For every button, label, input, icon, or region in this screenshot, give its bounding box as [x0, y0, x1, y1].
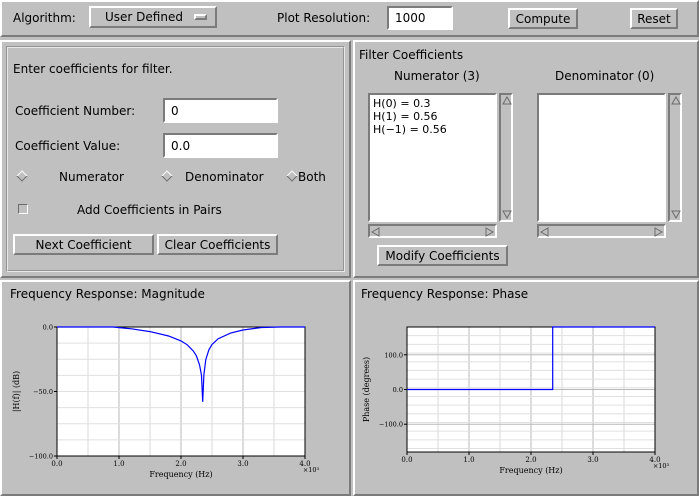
scroll-right-icon[interactable] — [485, 227, 494, 237]
x-axis-label: Frequency (Hz) — [149, 470, 212, 479]
magnitude-chart: 0.0 1.0 2.0 3.0 4.00.0−50.0−100.0Frequency (… — [12, 324, 320, 480]
phase-chart: 0.0 1.0 2.0 3.0 4.0100.00.0−100.0Frequency (… — [362, 326, 670, 475]
y-tick-label: −100.0 — [379, 421, 403, 429]
coefficient-value-input[interactable]: 0.0 — [163, 133, 278, 158]
next-coefficient-button[interactable]: Next Coefficient — [13, 234, 154, 255]
both-radio-label: Both — [298, 170, 326, 184]
y-tick-label: 100.0 — [384, 351, 403, 359]
y-axis-label: |H(f)| (dB) — [12, 371, 21, 412]
algorithm-select[interactable]: User Defined — [89, 6, 217, 28]
modify-coefficients-button[interactable]: Modify Coefficients — [377, 245, 508, 266]
y-tick-label: −50.0 — [33, 388, 53, 396]
pairs-checkbox[interactable] — [18, 204, 28, 214]
denominator-title: Denominator (0) — [555, 69, 655, 83]
denominator-list[interactable] — [537, 93, 666, 222]
numerator-line: H(−1) = 0.56 — [373, 123, 447, 136]
y-axis-label: Phase (degrees) — [362, 357, 371, 422]
scroll-down-icon[interactable] — [671, 210, 681, 219]
y-tick-label: 0.0 — [393, 386, 403, 394]
denominator-horizontal-scrollbar[interactable] — [537, 224, 666, 238]
numerator-line: H(1) = 0.56 — [373, 110, 438, 123]
y-tick-label: −100.0 — [29, 453, 53, 461]
numerator-horizontal-scrollbar[interactable] — [368, 224, 497, 238]
numerator-list[interactable]: H(0) = 0.3 H(1) = 0.56 H(−1) = 0.56 — [368, 93, 497, 222]
coefficient-value-value: 0.0 — [171, 138, 191, 153]
clear-coefficients-button[interactable]: Clear Coefficients — [157, 234, 278, 255]
x-tick-label: 0.0 — [401, 456, 412, 464]
coefficient-number-value: 0 — [171, 103, 179, 118]
x-tick-label: 1.0 — [463, 456, 474, 464]
x-tick-label: 0.0 — [51, 460, 62, 468]
numerator-line: H(0) = 0.3 — [373, 97, 431, 110]
x-axis-multiplier: ×10³ — [653, 462, 670, 470]
scroll-down-icon[interactable] — [502, 210, 512, 219]
compute-button[interactable]: Compute — [508, 8, 578, 29]
plot-resolution-label: Plot Resolution: — [277, 11, 371, 25]
scroll-up-icon[interactable] — [502, 96, 512, 105]
scroll-up-icon[interactable] — [671, 96, 681, 105]
x-tick-label: 2.0 — [525, 456, 536, 464]
denominator-vertical-scrollbar[interactable] — [668, 93, 682, 222]
numerator-title: Numerator (3) — [394, 69, 480, 83]
x-tick-label: 3.0 — [237, 460, 248, 468]
x-axis-multiplier: ×10³ — [303, 466, 320, 474]
numerator-vertical-scrollbar[interactable] — [499, 93, 513, 222]
phase-title: Frequency Response: Phase — [361, 287, 529, 301]
y-tick-label: 0.0 — [43, 324, 53, 332]
magnitude-title: Frequency Response: Magnitude — [10, 287, 205, 301]
scroll-left-icon[interactable] — [540, 227, 549, 237]
plot-resolution-input[interactable]: 1000 — [387, 6, 453, 30]
x-axis-label: Frequency (Hz) — [499, 466, 562, 475]
coefficients-title: Filter Coefficients — [359, 48, 464, 62]
denominator-radio-label: Denominator — [185, 170, 264, 184]
plot-resolution-value: 1000 — [395, 11, 426, 25]
pairs-checkbox-label: Add Coefficients in Pairs — [77, 203, 222, 217]
x-tick-label: 3.0 — [587, 456, 598, 464]
algorithm-label: Algorithm: — [13, 11, 76, 25]
x-tick-label: 1.0 — [113, 460, 124, 468]
coefficient-value-label: Coefficient Value: — [15, 139, 121, 153]
x-tick-label: 2.0 — [175, 460, 186, 468]
algorithm-select-value: User Defined — [105, 10, 183, 24]
reset-button[interactable]: Reset — [630, 8, 678, 29]
entry-heading: Enter coefficients for filter. — [13, 62, 173, 76]
scroll-left-icon[interactable] — [371, 227, 380, 237]
numerator-radio-label: Numerator — [59, 170, 124, 184]
option-menu-indicator-icon — [194, 14, 207, 20]
scroll-right-icon[interactable] — [654, 227, 663, 237]
coefficient-number-label: Coefficient Number: — [15, 104, 136, 118]
coefficient-number-input[interactable]: 0 — [163, 98, 278, 123]
